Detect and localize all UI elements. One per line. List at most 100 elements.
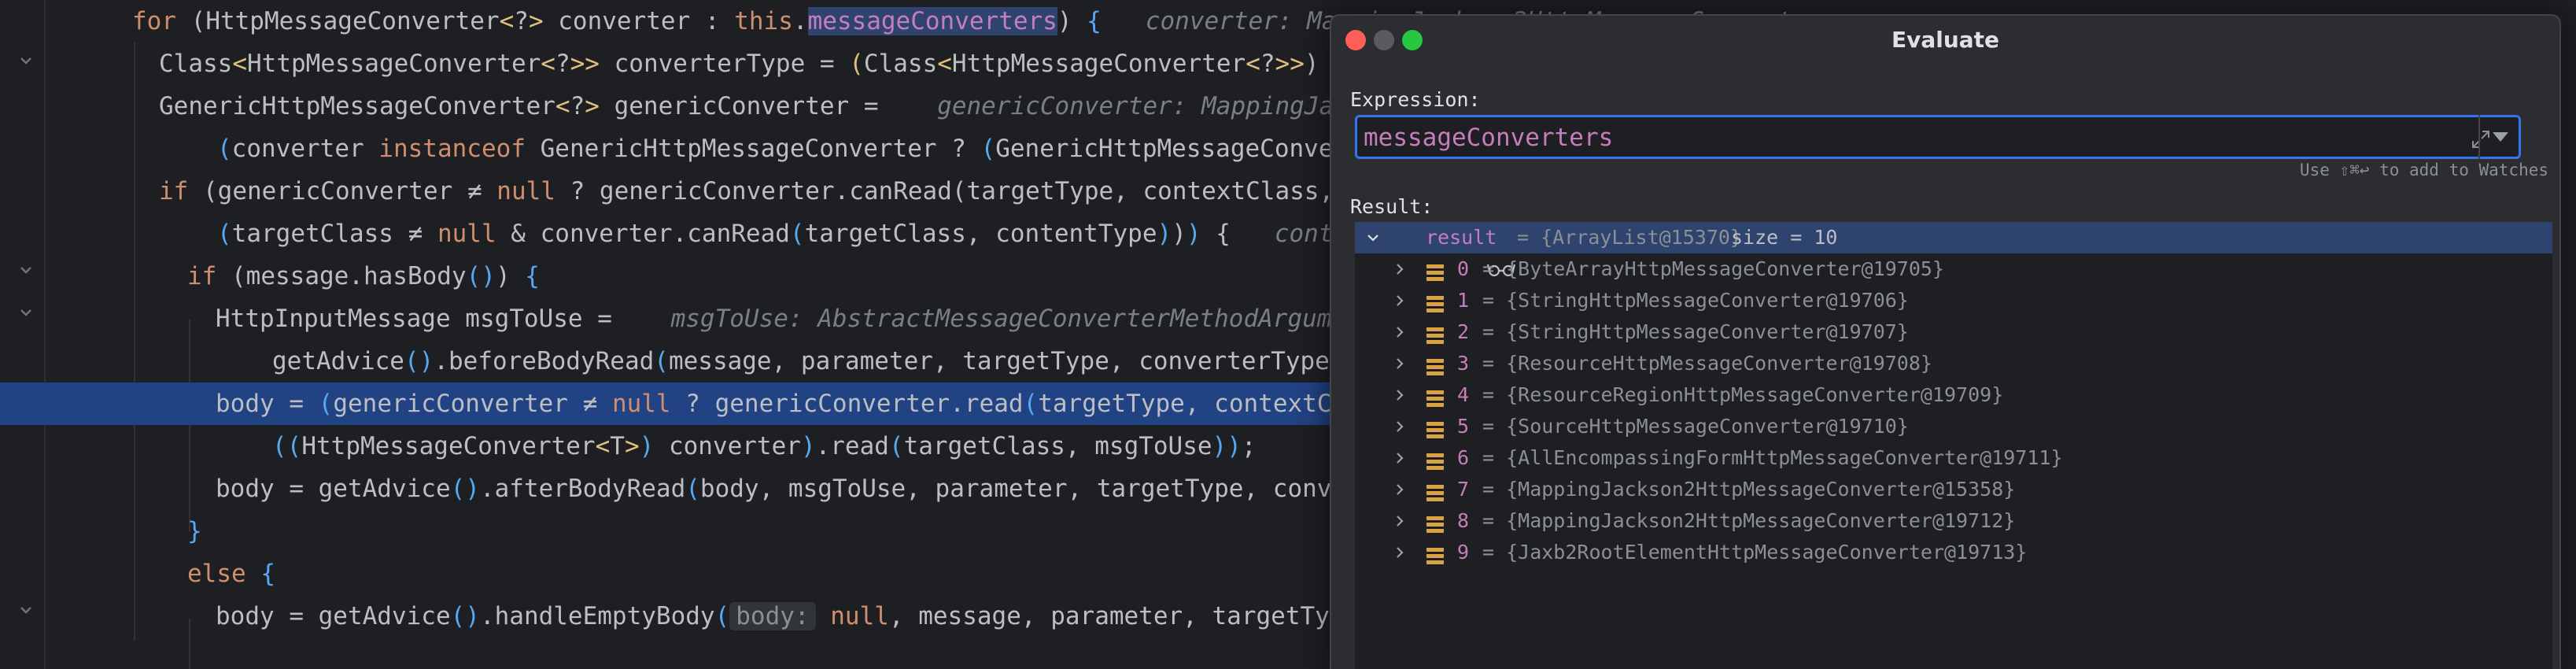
code-token: >	[624, 432, 640, 460]
expression-input[interactable]	[1364, 120, 2386, 155]
result-scrollbar[interactable]	[2542, 222, 2553, 669]
chevron-right-icon[interactable]	[1388, 442, 1412, 474]
code-token: HttpInputMessage msgToUse =	[216, 305, 627, 333]
item-value: = {SourceHttpMessageConverter@19710}	[1482, 415, 1909, 438]
result-item-row[interactable]: 6 = {AllEncompassingFormHttpMessageConver…	[1355, 442, 2552, 474]
item-value: = {Jaxb2RootElementHttpMessageConverter@…	[1482, 541, 2028, 564]
code-token: >>	[1275, 50, 1305, 78]
code-token: ()	[450, 602, 480, 630]
code-token: )	[495, 262, 526, 290]
chevron-right-icon[interactable]	[1388, 348, 1412, 379]
code-token: (	[217, 220, 232, 248]
chevron-right-icon[interactable]	[1388, 253, 1412, 285]
fold-chevron-icon[interactable]	[17, 601, 35, 619]
code-token: converter :	[558, 7, 735, 35]
result-item-row[interactable]: 8 = {MappingJackson2HttpMessageConverter@…	[1355, 505, 2552, 537]
fold-chevron-icon[interactable]	[17, 304, 35, 321]
code-token: HttpMessageConverter	[247, 50, 541, 78]
chevron-right-icon[interactable]	[1388, 411, 1412, 442]
result-root-row[interactable]: result = {ArrayList@15370} size = 10	[1355, 222, 2552, 277]
result-item-row[interactable]: 1 = {StringHttpMessageConverter@19706}	[1355, 285, 2552, 316]
code-token: {	[525, 262, 540, 290]
result-item-row[interactable]: 7 = {MappingJackson2HttpMessageConverter@…	[1355, 474, 2552, 505]
code-token: .	[792, 7, 808, 35]
chevron-right-icon[interactable]	[1388, 285, 1412, 316]
field-icon	[1426, 543, 1446, 564]
code-token: genericConverter =	[614, 92, 894, 120]
code-token: (	[1023, 390, 1039, 418]
code-token: ≠	[582, 390, 612, 418]
chevron-right-icon[interactable]	[1388, 316, 1412, 348]
result-item-row[interactable]: 0 = {ByteArrayHttpMessageConverter@19705}	[1355, 253, 2552, 285]
code-token: converter	[231, 135, 379, 163]
code-token: ?	[514, 7, 529, 35]
item-index: 5	[1457, 415, 1470, 438]
dialog-titlebar[interactable]: Evaluate	[1331, 16, 2559, 65]
code-token: Class	[159, 50, 233, 78]
fold-chevron-icon[interactable]	[17, 261, 35, 279]
item-value: = {ByteArrayHttpMessageConverter@19705}	[1482, 257, 1944, 280]
result-item-row[interactable]: 4 = {ResourceRegionHttpMessageConverter@1…	[1355, 379, 2552, 411]
item-index: 8	[1457, 509, 1470, 532]
code-token: (HttpMessageConverter	[190, 7, 500, 35]
expression-field[interactable]	[1355, 115, 2521, 159]
code-token: {	[1087, 7, 1102, 35]
code-token: )	[1157, 220, 1172, 248]
code-token: ≠	[408, 220, 437, 248]
code-token: HttpMessageConverter	[301, 432, 596, 460]
code-token: ≠	[467, 177, 497, 205]
chevron-right-icon[interactable]	[1388, 505, 1412, 537]
chevron-right-icon[interactable]	[1388, 474, 1412, 505]
code-token: ? genericConverter.read	[685, 390, 1024, 418]
code-token: }	[187, 517, 202, 545]
result-tree[interactable]: result = {ArrayList@15370} size = 10 0 = …	[1355, 222, 2552, 669]
chevron-down-icon[interactable]	[1361, 222, 1385, 253]
code-token: instanceof	[378, 135, 541, 163]
code-token: ?	[555, 50, 570, 78]
code-token: messageConverters	[807, 7, 1057, 35]
code-token: if	[187, 262, 231, 290]
code-token: <	[937, 50, 952, 78]
field-icon	[1426, 417, 1446, 438]
code-token: {	[1216, 220, 1231, 248]
result-item-row[interactable]: 5 = {SourceHttpMessageConverter@19710}	[1355, 411, 2552, 442]
code-token: (	[980, 135, 996, 163]
code-token: <	[1246, 50, 1260, 78]
code-token: converter	[668, 432, 801, 460]
code-token: >	[528, 7, 559, 35]
item-index: 0	[1457, 257, 1470, 280]
chevron-right-icon[interactable]	[1388, 379, 1412, 411]
code-token: body = getAdvice	[216, 475, 451, 503]
code-token: HttpMessageConverter	[951, 50, 1246, 78]
evaluate-dialog[interactable]: Evaluate Expression: Use ⇧⌘↩ to add to W…	[1330, 14, 2561, 669]
code-token: (	[714, 602, 730, 630]
code-line-text: ((HttpMessageConverter<T>) converter).re…	[272, 425, 1257, 468]
result-item-row[interactable]: 2 = {StringHttpMessageConverter@19707}	[1355, 316, 2552, 348]
chevron-right-icon[interactable]	[1388, 537, 1412, 568]
code-token: ()	[404, 347, 434, 375]
item-value: = {MappingJackson2HttpMessageConverter@1…	[1482, 478, 2016, 501]
result-item-row[interactable]: 9 = {Jaxb2RootElementHttpMessageConverter…	[1355, 537, 2552, 568]
code-token: ()	[466, 262, 496, 290]
item-value: = {StringHttpMessageConverter@19706}	[1482, 289, 1909, 312]
code-token: .afterBodyRead	[479, 475, 686, 503]
code-line-text: }	[187, 510, 202, 553]
code-token: (	[789, 220, 805, 248]
code-token: >>	[570, 50, 614, 78]
code-token: {	[260, 560, 275, 588]
code-token: ((	[272, 432, 302, 460]
code-token: )	[1057, 7, 1087, 35]
item-index: 1	[1457, 289, 1470, 312]
code-token: ()	[450, 475, 480, 503]
code-line-text: getAdvice().beforeBodyRead(message, para…	[272, 340, 1359, 383]
expression-label: Expression:	[1350, 88, 1481, 111]
result-size: size = 10	[1731, 226, 1838, 249]
code-token: (	[888, 432, 904, 460]
history-dropdown-button[interactable]	[2478, 115, 2521, 159]
fold-chevron-icon[interactable]	[17, 52, 35, 69]
code-line-text: body = getAdvice().afterBodyRead(body, m…	[216, 468, 1493, 510]
item-index: 9	[1457, 541, 1470, 564]
code-token: (	[849, 50, 864, 78]
code-line-text: if (message.hasBody()) {	[187, 255, 540, 298]
result-item-row[interactable]: 3 = {ResourceHttpMessageConverter@19708}	[1355, 348, 2552, 379]
